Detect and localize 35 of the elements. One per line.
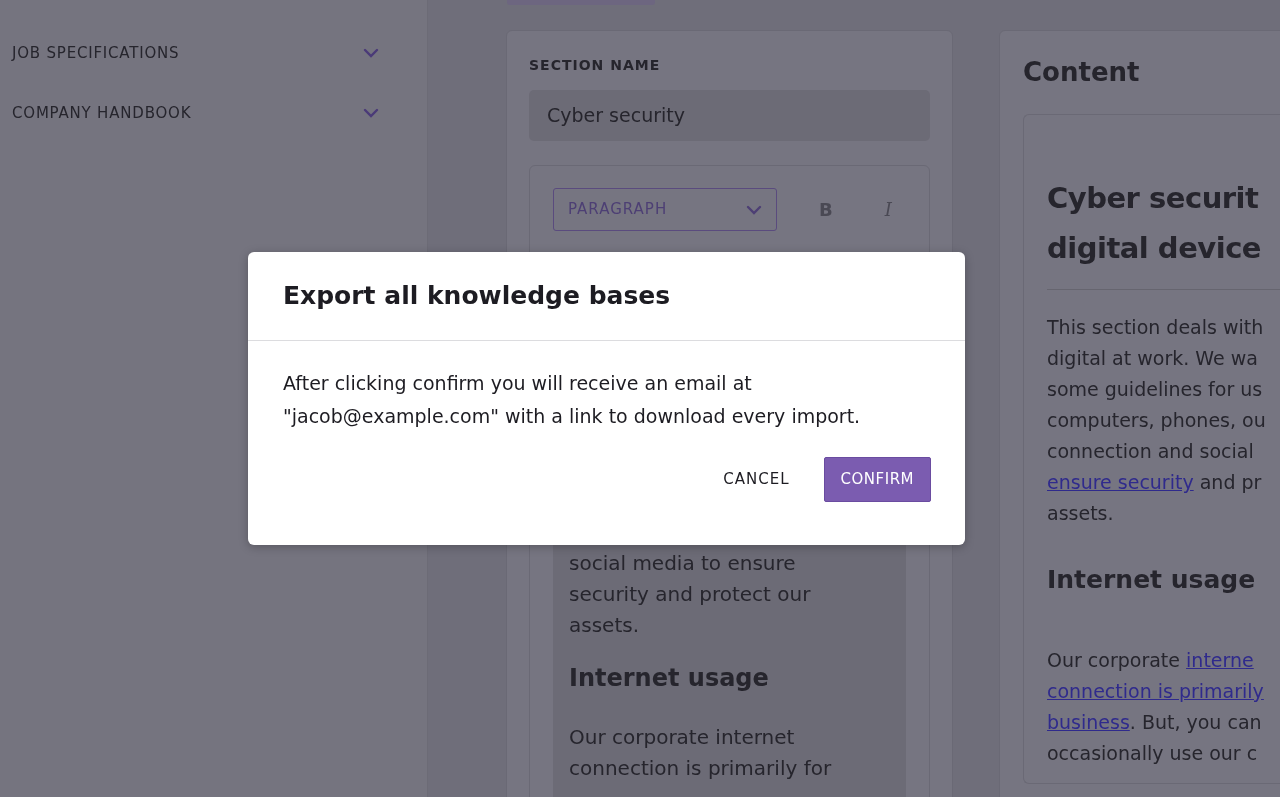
preview-subheading: Internet usage — [1047, 564, 1257, 597]
preview-text: some guidelines for us — [1047, 378, 1263, 401]
preview-text: and pr — [1198, 471, 1262, 494]
content-title: Content — [1023, 57, 1141, 89]
preview-heading: Cyber securit — [1047, 180, 1260, 218]
preview-text: . But, you can — [1129, 710, 1262, 733]
cancel-button[interactable]: CANCEL — [703, 457, 810, 502]
editor-text-line: Our corporate internet — [569, 724, 796, 751]
text-link[interactable]: business — [1047, 710, 1130, 733]
editor-text-line: security and protect our — [569, 581, 812, 608]
editor-text-line: social media to ensure — [569, 550, 797, 577]
preview-text: connection and social — [1047, 440, 1254, 463]
preview-text: computers, phones, ou — [1047, 409, 1266, 432]
text-link[interactable]: connection is primarily — [1047, 679, 1264, 702]
sidebar-item[interactable]: COMPANY HANDBOOK — [0, 100, 427, 126]
chevron-icon — [363, 108, 379, 118]
preview-text: occasionally use our c — [1047, 741, 1258, 764]
sidebar-item[interactable]: JOB SPECIFICATIONS — [0, 40, 427, 66]
preview-text: assets. — [1047, 502, 1114, 525]
dialog-message: After clicking confirm you will receive an email at "jacob@example.com" with a link to download every import. — [282, 371, 862, 429]
chevron-icon — [746, 204, 762, 215]
preview-text: digital at work. We wa — [1047, 347, 1258, 370]
field-label: SECTION NAME — [529, 56, 662, 75]
preview-heading: digital device — [1047, 230, 1262, 268]
text-link[interactable]: interne — [1186, 648, 1254, 671]
dialog-title: Export all knowledge bases — [283, 281, 671, 311]
preview-text: Our corporate — [1047, 648, 1181, 671]
editor-text-line: assets. — [569, 612, 641, 639]
editor-text-line: connection is primarily for — [569, 755, 833, 782]
text-link[interactable]: ensure security — [1047, 471, 1194, 494]
editor-heading: Internet usage — [569, 663, 770, 694]
preview-text: This section deals with — [1047, 316, 1264, 339]
confirm-button[interactable]: CONFIRM — [823, 457, 931, 502]
section-name-field[interactable]: Cyber security — [529, 90, 930, 141]
chevron-icon — [363, 48, 379, 58]
